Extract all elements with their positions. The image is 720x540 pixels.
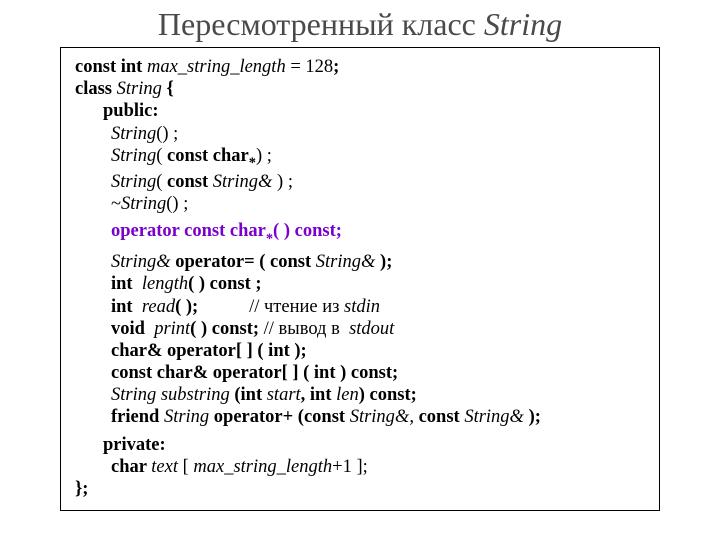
code-line: ~String() ; [75, 193, 645, 215]
code-line: String& operator= ( const String& ); [75, 251, 645, 273]
ident: length [142, 274, 188, 294]
ident: String [111, 124, 156, 144]
comment: // вывод в [259, 319, 349, 339]
punct: [ [183, 457, 194, 477]
ident: max_string_length [193, 457, 332, 477]
kw: (int [234, 385, 266, 405]
code-line: friend String operator+ (const String&, … [75, 406, 645, 428]
page-title: Пересмотренный класс String [0, 0, 720, 47]
kw: void [111, 319, 154, 339]
ident: max_string_length [147, 57, 290, 77]
kw: ( ) const; [273, 221, 342, 241]
punct: +1 ]; [332, 457, 368, 477]
ident: String [111, 172, 156, 192]
code-line: void print( ) const; // вывод в stdout [75, 318, 645, 340]
num: = 128 [290, 57, 333, 77]
ident: len [336, 385, 359, 405]
ident: String substring [111, 385, 234, 405]
kw: operator= ( const [175, 252, 316, 272]
ident: String& [213, 172, 277, 192]
kw: char [111, 457, 151, 477]
code-line: int length( ) const ; [75, 273, 645, 295]
title-italic: String [484, 6, 562, 42]
punct: () ; [166, 194, 188, 214]
code-line: char text [ max_string_length+1 ]; [75, 456, 645, 478]
comment: // чтение из [198, 297, 344, 317]
star-icon: * [266, 231, 273, 247]
code-line: char& operator[ ] ( int ); [75, 340, 645, 362]
punct: ( ) const ; [188, 274, 261, 294]
punct: ) ; [256, 146, 272, 166]
code-line: String substring (int start, int len) co… [75, 384, 645, 406]
ident: String [111, 146, 156, 166]
punct: ); [380, 252, 392, 272]
punct: ) const; [359, 385, 417, 405]
kw: const int [75, 57, 147, 77]
kw: operator const [111, 221, 230, 241]
punct: ( ) const; [190, 319, 259, 339]
punct: ) ; [277, 172, 293, 192]
ident: read [142, 297, 175, 317]
ident: String& [316, 252, 380, 272]
code-line-highlight: operator const char*( ) const; [75, 220, 645, 246]
kw: int [111, 297, 142, 317]
code-line: const char& operator[ ] ( int ) const; [75, 362, 645, 384]
ident: stdout [349, 319, 394, 339]
kw: operator+ (const [214, 407, 350, 427]
kw: , int [301, 385, 336, 405]
ident: String [121, 194, 166, 214]
ident: print [154, 319, 190, 339]
punct: () ; [156, 124, 178, 144]
ident: String& [111, 252, 175, 272]
code-line: }; [75, 478, 645, 500]
kw: int [111, 274, 142, 294]
code-line: class String { [75, 78, 645, 100]
code-box: const int max_string_length = 128; class… [60, 47, 660, 511]
punct: { [166, 79, 173, 99]
kw: const [419, 407, 465, 427]
ident: start [267, 385, 301, 405]
punct: ( ); [175, 297, 198, 317]
ident: String [164, 407, 214, 427]
kw: class [75, 79, 117, 99]
code-line: String( const char*) ; [75, 145, 645, 171]
kw: friend [111, 407, 164, 427]
code-line: const int max_string_length = 128; [75, 56, 645, 78]
kw: char [230, 221, 266, 241]
code-line: String() ; [75, 123, 645, 145]
punct: ( [156, 146, 167, 166]
title-plain: Пересмотренный класс [158, 6, 484, 42]
code-line: public: [75, 100, 645, 122]
code-line: String( const String& ) ; [75, 171, 645, 193]
ident: String& [464, 407, 528, 427]
code-line: private: [75, 434, 645, 456]
kw: const [167, 172, 213, 192]
punct: ); [529, 407, 541, 427]
punct: ~ [111, 194, 121, 214]
punct: ; [333, 57, 339, 77]
ident: String [117, 79, 167, 99]
ident: String&, [350, 407, 419, 427]
ident: stdin [344, 297, 380, 317]
punct: ( [156, 172, 167, 192]
code-line: int read( ); // чтение из stdin [75, 296, 645, 318]
star-icon: * [249, 155, 256, 171]
ident: text [151, 457, 182, 477]
kw: const char [167, 146, 249, 166]
